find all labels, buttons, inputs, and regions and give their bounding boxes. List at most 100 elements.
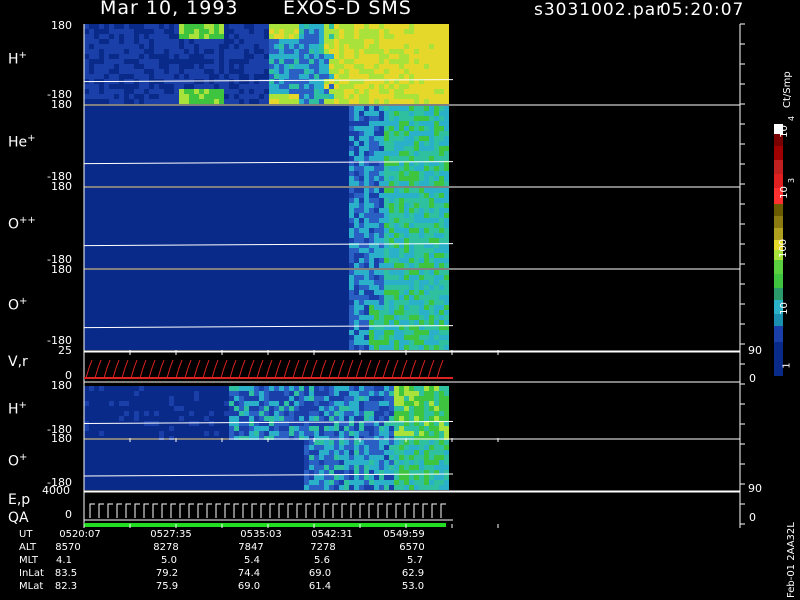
heatmap-cell [279,54,284,59]
heatmap-cell [244,94,249,99]
heatmap-cell [309,49,314,54]
heatmap-cell [334,94,339,99]
heatmap-cell [439,248,444,253]
heatmap-cell [119,69,124,74]
heatmap-cell [274,74,279,79]
panel-5-species-label: H+ [8,400,27,418]
heatmap-cell [444,151,449,156]
heatmap-cell [359,166,364,171]
heatmap-cell [234,29,239,34]
heatmap-cell [439,111,444,116]
heatmap-cell [264,396,269,401]
heatmap-cell [444,340,449,345]
heatmap-cell [229,386,234,391]
heatmap-cell [404,248,409,253]
heatmap-cell [399,320,404,325]
heatmap-cell [399,330,404,335]
heatmap-cell [424,275,429,280]
heatmap-cell [424,340,429,345]
heatmap-cell [329,480,334,485]
heatmap-cell [249,426,254,431]
heatmap-cell [94,89,99,94]
heatmap-cell [444,94,449,99]
heatmap-cell [424,156,429,161]
ep-right-tick-top: 90 [748,482,762,495]
heatmap-cell [369,445,374,450]
ephem-row-ut: UT 0520:07 0527:35 0535:03 0542:31 0549:… [0,529,800,542]
heatmap-cell [414,166,419,171]
heatmap-cell [334,69,339,74]
heatmap-cell [109,44,114,49]
heatmap-cell [409,228,414,233]
heatmap-cell [349,121,354,126]
heatmap-cell [199,39,204,44]
heatmap-cell [124,39,129,44]
heatmap-cell [379,208,384,213]
heatmap-cell [354,253,359,258]
colorbar-segment [774,260,783,274]
heatmap-cell [444,263,449,268]
heatmap-cell [369,340,374,345]
heatmap-cell [434,208,439,213]
heatmap-cell [174,69,179,74]
heatmap-cell [314,24,319,29]
heatmap-cell [339,426,344,431]
heatmap-cell [304,480,309,485]
heatmap-cell [319,34,324,39]
heatmap-cell [424,233,429,238]
heatmap-cell [354,176,359,181]
heatmap-cell [319,450,324,455]
heatmap-cell [394,401,399,406]
heatmap-cell [234,89,239,94]
heatmap-cell [169,64,174,69]
heatmap-cell [289,39,294,44]
heatmap-cell [344,426,349,431]
heatmap-cell [439,396,444,401]
ephem-label-alt: ALT [19,542,37,553]
heatmap-cell [284,396,289,401]
heatmap-cell [429,223,434,228]
heatmap-cell [234,39,239,44]
heatmap-cell [414,34,419,39]
heatmap-cell [274,79,279,84]
heatmap-cell [354,480,359,485]
heatmap-cell [234,421,239,426]
heatmap-cell [389,270,394,275]
ep-step [242,503,248,518]
heatmap-cell [324,396,329,401]
heatmap-cell [394,460,399,465]
heatmap-cell [389,218,394,223]
heatmap-cell [289,64,294,69]
heatmap-cell [369,335,374,340]
heatmap-cell [374,54,379,59]
heatmap-cell [299,396,304,401]
heatmap-cell [404,89,409,94]
heatmap-cell [389,126,394,131]
ephem-mlat-1: 75.9 [155,581,179,592]
heatmap-cell [414,485,419,490]
heatmap-cell [89,89,94,94]
heatmap-cell [244,391,249,396]
heatmap-cell [334,416,339,421]
heatmap-cell [374,345,379,350]
panel-6-ytick-top: 180 [51,432,72,445]
heatmap-cell [349,320,354,325]
heatmap-cell [409,44,414,49]
heatmap-cell [89,39,94,44]
heatmap-cell [269,94,274,99]
heatmap-cell [89,386,94,391]
heatmap-cell [434,34,439,39]
heatmap-cell [314,49,319,54]
heatmap-cell [419,203,424,208]
heatmap-cell [104,59,109,64]
ep-step [89,503,95,518]
heatmap-cell [419,116,424,121]
heatmap-cell [114,44,119,49]
heatmap-cell [364,156,369,161]
heatmap-cell [439,141,444,146]
heatmap-cell [279,64,284,69]
ephem-ut-3: 0542:31 [311,529,353,540]
heatmap-cell [349,228,354,233]
heatmap-cell [419,74,424,79]
heatmap-cell [349,253,354,258]
